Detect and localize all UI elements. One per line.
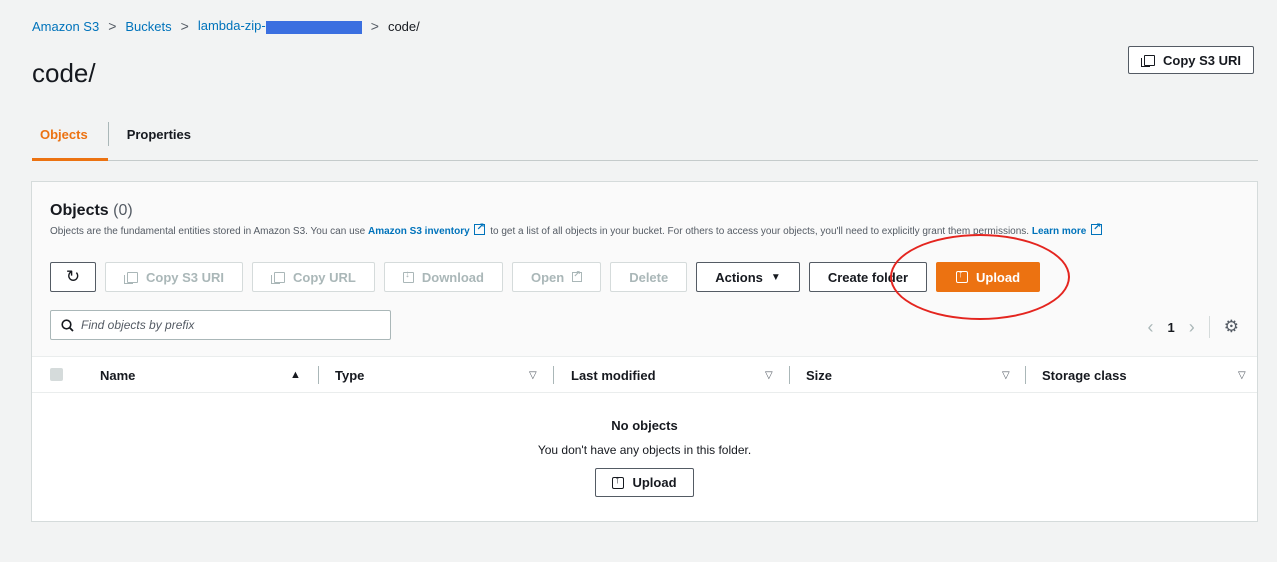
page-title: code/	[32, 58, 96, 88]
column-type[interactable]: Type ▽	[335, 357, 545, 393]
objects-panel: Objects (0) Objects are the fundamental …	[31, 181, 1258, 522]
pagination-divider	[1208, 316, 1210, 338]
sort-icon: ▽	[765, 369, 773, 381]
s3-inventory-link[interactable]: Amazon S3 inventory	[368, 226, 470, 237]
sort-ascending-icon: ▲	[290, 369, 301, 381]
objects-description: Objects are the fundamental entities sto…	[50, 221, 1240, 238]
open-button[interactable]: Open	[511, 262, 602, 292]
download-label: Download	[421, 269, 484, 285]
select-all-checkbox[interactable]	[50, 368, 63, 381]
column-type-label: Type	[335, 367, 365, 383]
external-link-icon	[1091, 221, 1103, 235]
next-page-icon[interactable]: ›	[1189, 317, 1195, 338]
sort-icon: ▽	[1238, 369, 1246, 381]
objects-panel-title: Objects (0)	[50, 202, 133, 220]
actions-dropdown-button[interactable]: Actions ▼	[696, 262, 800, 292]
objects-panel-header: Objects (0) Objects are the fundamental …	[32, 182, 1257, 357]
pagination: ‹ 1 › ⚙	[1148, 316, 1239, 338]
breadcrumb-separator-icon: >	[108, 18, 117, 34]
upload-label: Upload	[975, 269, 1021, 285]
search-box	[50, 310, 391, 340]
breadcrumb-buckets[interactable]: Buckets	[125, 19, 171, 34]
column-size-label: Size	[806, 367, 833, 383]
objects-title: Objects	[50, 202, 109, 219]
sort-icon: ▽	[529, 369, 537, 381]
column-size[interactable]: Size ▽	[806, 357, 1016, 393]
copy-icon	[124, 271, 138, 284]
copy-url-button[interactable]: Copy URL	[252, 262, 375, 292]
breadcrumb-bucket-label: lambda-zip-	[197, 18, 266, 34]
refresh-button[interactable]: ↻	[50, 262, 96, 292]
column-last-modified-label: Last modified	[571, 367, 656, 383]
description-text: Objects are the fundamental entities sto…	[50, 226, 368, 237]
redacted-bucket-name	[265, 20, 362, 34]
column-storage-class-label: Storage class	[1042, 367, 1127, 383]
external-link-icon	[572, 269, 583, 282]
column-divider	[553, 366, 554, 384]
copy-icon	[1141, 54, 1155, 67]
column-storage-class[interactable]: Storage class ▽	[1042, 357, 1252, 393]
breadcrumb-current: code/	[387, 18, 420, 34]
copy-s3-uri-label: Copy S3 URI	[146, 269, 225, 285]
current-page[interactable]: 1	[1168, 320, 1175, 335]
column-last-modified[interactable]: Last modified ▽	[571, 357, 781, 393]
learn-more-link[interactable]: Learn more	[1032, 226, 1086, 237]
search-icon	[61, 318, 74, 332]
objects-count: (0)	[113, 202, 133, 219]
breadcrumb-separator-icon: >	[180, 18, 189, 34]
sort-icon: ▽	[1002, 369, 1010, 381]
download-button[interactable]: Download	[383, 262, 503, 292]
upload-button[interactable]: Upload	[936, 262, 1041, 292]
empty-state: No objects You don't have any objects in…	[32, 394, 1257, 497]
open-label: Open	[530, 269, 565, 285]
breadcrumb-amazon-s3[interactable]: Amazon S3	[32, 19, 99, 34]
breadcrumb: Amazon S3 > Buckets > lambda-zip- > code…	[32, 18, 420, 34]
external-link-icon	[474, 221, 486, 235]
copy-s3-uri-header-button[interactable]: Copy S3 URI	[1128, 46, 1255, 74]
tab-objects[interactable]: Objects	[32, 118, 108, 161]
empty-state-title: No objects	[611, 418, 678, 433]
caret-down-icon: ▼	[770, 271, 781, 283]
copy-url-label: Copy URL	[293, 269, 356, 285]
upload-icon	[612, 474, 625, 489]
search-input[interactable]	[81, 318, 371, 332]
create-folder-button[interactable]: Create folder	[808, 262, 928, 292]
column-divider	[789, 366, 790, 384]
delete-button[interactable]: Delete	[610, 262, 688, 292]
empty-state-upload-button[interactable]: Upload	[595, 468, 694, 497]
copy-s3-uri-button[interactable]: Copy S3 URI	[105, 262, 244, 292]
empty-state-message: You don't have any objects in this folde…	[537, 443, 752, 457]
s3-folder-page: Amazon S3 > Buckets > lambda-zip- > code…	[0, 0, 1277, 562]
download-icon	[402, 269, 414, 283]
column-divider	[1025, 366, 1026, 384]
column-name-label: Name	[100, 367, 136, 383]
tab-properties[interactable]: Properties	[109, 118, 209, 160]
actions-label: Actions	[715, 269, 763, 285]
breadcrumb-separator-icon: >	[370, 18, 379, 34]
upload-icon	[955, 268, 968, 283]
tab-bar: Objects Properties	[32, 118, 1258, 161]
description-text-continued: to get a list of all objects in your buc…	[487, 226, 1032, 237]
breadcrumb-bucket[interactable]: lambda-zip-	[197, 18, 362, 34]
objects-toolbar: ↻ Copy S3 URI Copy URL Download Open	[50, 262, 1041, 292]
column-divider	[318, 366, 319, 384]
refresh-icon: ↻	[65, 267, 81, 286]
empty-state-upload-label: Upload	[632, 475, 677, 490]
copy-icon	[271, 271, 286, 284]
column-name[interactable]: Name ▲	[100, 357, 315, 393]
copy-s3-uri-header-label: Copy S3 URI	[1163, 52, 1242, 68]
gear-icon[interactable]: ⚙	[1224, 317, 1239, 337]
prev-page-icon[interactable]: ‹	[1148, 317, 1154, 338]
table-header: Name ▲ Type ▽ Last modified ▽ Size ▽ Sto…	[32, 357, 1257, 393]
